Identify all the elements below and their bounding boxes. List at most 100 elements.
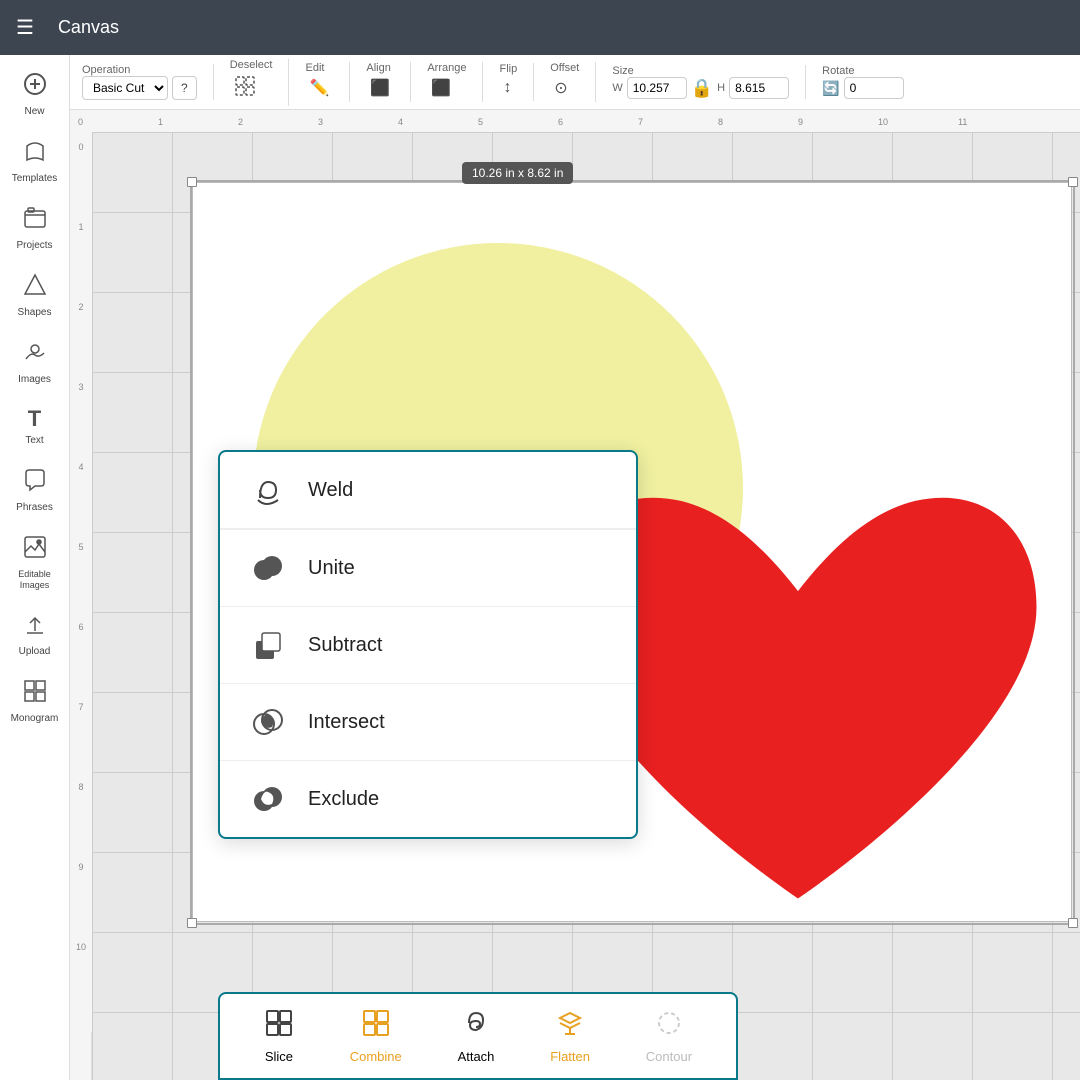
menu-item-intersect[interactable]: Intersect [220,684,636,761]
svg-text:6: 6 [558,117,563,127]
edit-button[interactable]: ✏️ [305,74,333,102]
rotate-input[interactable] [844,77,904,99]
bottom-btn-combine[interactable]: Combine [338,1000,414,1072]
sidebar-label-editable-images: Editable Images [9,569,61,591]
new-icon [22,71,48,103]
sidebar-label-monogram: Monogram [11,713,59,725]
size-group: Size W 🔒 H [612,65,806,99]
subtract-label: Subtract [308,634,382,657]
sidebar-item-upload[interactable]: Upload [5,603,65,666]
subtract-icon [248,625,288,665]
sidebar-label-shapes: Shapes [18,307,52,319]
sidebar-item-editable-images[interactable]: Editable Images [5,526,65,599]
ruler-left-svg: 0 1 2 3 4 5 6 7 8 9 10 [70,132,92,1032]
topbar: ☰ Canvas [0,0,1080,55]
arrange-label: Arrange [427,62,466,74]
flip-group: Flip ↕ [499,63,534,101]
sidebar-item-text[interactable]: T Text [5,398,65,455]
width-input[interactable] [627,77,687,99]
slice-icon [264,1008,294,1045]
sidebar-label-upload: Upload [19,646,51,658]
sidebar-item-images[interactable]: Images [5,331,65,394]
combine-icon [361,1008,391,1045]
menu-item-exclude[interactable]: Exclude [220,761,636,837]
menu-item-weld[interactable]: Weld [220,452,636,529]
sidebar-item-shapes[interactable]: Shapes [5,264,65,327]
svg-text:7: 7 [78,702,83,712]
deselect-label: Deselect [230,59,273,71]
unite-icon [248,548,288,588]
offset-label: Offset [550,62,579,74]
sidebar-label-images: Images [18,374,51,386]
operation-label: Operation [82,64,197,76]
sidebar: New Templates Projects Shapes [0,55,70,1080]
sidebar-item-phrases[interactable]: Phrases [5,459,65,522]
unite-label: Unite [308,557,355,580]
bottom-btn-flatten[interactable]: Flatten [538,1000,602,1072]
flatten-label: Flatten [550,1049,590,1064]
w-label: W [612,82,622,94]
bottom-btn-attach[interactable]: Attach [446,1000,507,1072]
svg-text:7: 7 [638,117,643,127]
h-label: H [717,82,725,94]
help-button[interactable]: ? [172,76,197,100]
editable-images-icon [22,534,48,566]
deselect-group: Deselect [230,59,290,106]
flip-label: Flip [499,63,517,75]
ruler-left: 0 1 2 3 4 5 6 7 8 9 10 [70,132,92,1080]
sidebar-item-projects[interactable]: Projects [5,197,65,260]
svg-text:3: 3 [78,382,83,392]
upload-icon [22,611,48,643]
sidebar-label-new: New [24,106,44,118]
toolbar: Operation Basic Cut ? Deselect [70,55,1080,110]
bottom-btn-contour: Contour [634,1000,704,1072]
rotate-group: Rotate 🔄 [822,65,919,99]
sidebar-item-templates[interactable]: Templates [5,130,65,193]
svg-text:8: 8 [78,782,83,792]
svg-text:11: 11 [958,117,967,127]
sidebar-label-projects: Projects [16,240,52,252]
sidebar-item-new[interactable]: New [5,63,65,126]
sidebar-item-monogram[interactable]: Monogram [5,670,65,733]
svg-text:5: 5 [478,117,483,127]
offset-group: Offset ⊙ [550,62,596,102]
offset-button[interactable]: ⊙ [550,74,571,102]
svg-text:9: 9 [798,117,803,127]
svg-text:2: 2 [238,117,243,127]
rotate-label: Rotate [822,65,903,77]
svg-text:4: 4 [78,462,83,472]
height-input[interactable] [729,77,789,99]
edit-group: Edit ✏️ [305,62,350,102]
weld-icon [248,470,288,510]
align-button[interactable]: ⬛ [366,74,394,102]
exclude-label: Exclude [308,788,379,811]
ruler-top-svg: 0 1 2 3 4 5 6 7 8 9 10 11 [70,110,1080,132]
sidebar-label-text: Text [25,435,43,447]
operation-select[interactable]: Basic Cut [82,76,168,100]
images-icon [22,339,48,371]
sidebar-label-phrases: Phrases [16,502,53,514]
exclude-icon [248,779,288,819]
attach-icon [461,1008,491,1045]
bottom-btn-slice[interactable]: Slice [252,1000,306,1072]
flip-button[interactable]: ↕ [499,75,515,101]
deselect-button[interactable] [230,71,260,106]
context-menu: Weld Unite Subtract Int [218,450,638,839]
svg-text:0: 0 [78,142,83,152]
svg-text:10: 10 [76,942,86,952]
menu-item-subtract[interactable]: Subtract [220,607,636,684]
weld-label: Weld [308,479,353,502]
svg-text:5: 5 [78,542,83,552]
arrange-button[interactable]: ⬛ [427,74,455,102]
edit-label: Edit [305,62,333,74]
shapes-icon [22,272,48,304]
menu-item-unite[interactable]: Unite [220,530,636,607]
align-label: Align [366,62,394,74]
bottom-toolbar: Slice Combine Attach [218,992,738,1080]
monogram-icon [22,678,48,710]
templates-icon [22,138,48,170]
slice-label: Slice [265,1049,293,1064]
attach-label: Attach [458,1049,495,1064]
svg-text:3: 3 [318,117,323,127]
menu-icon[interactable]: ☰ [16,15,34,40]
